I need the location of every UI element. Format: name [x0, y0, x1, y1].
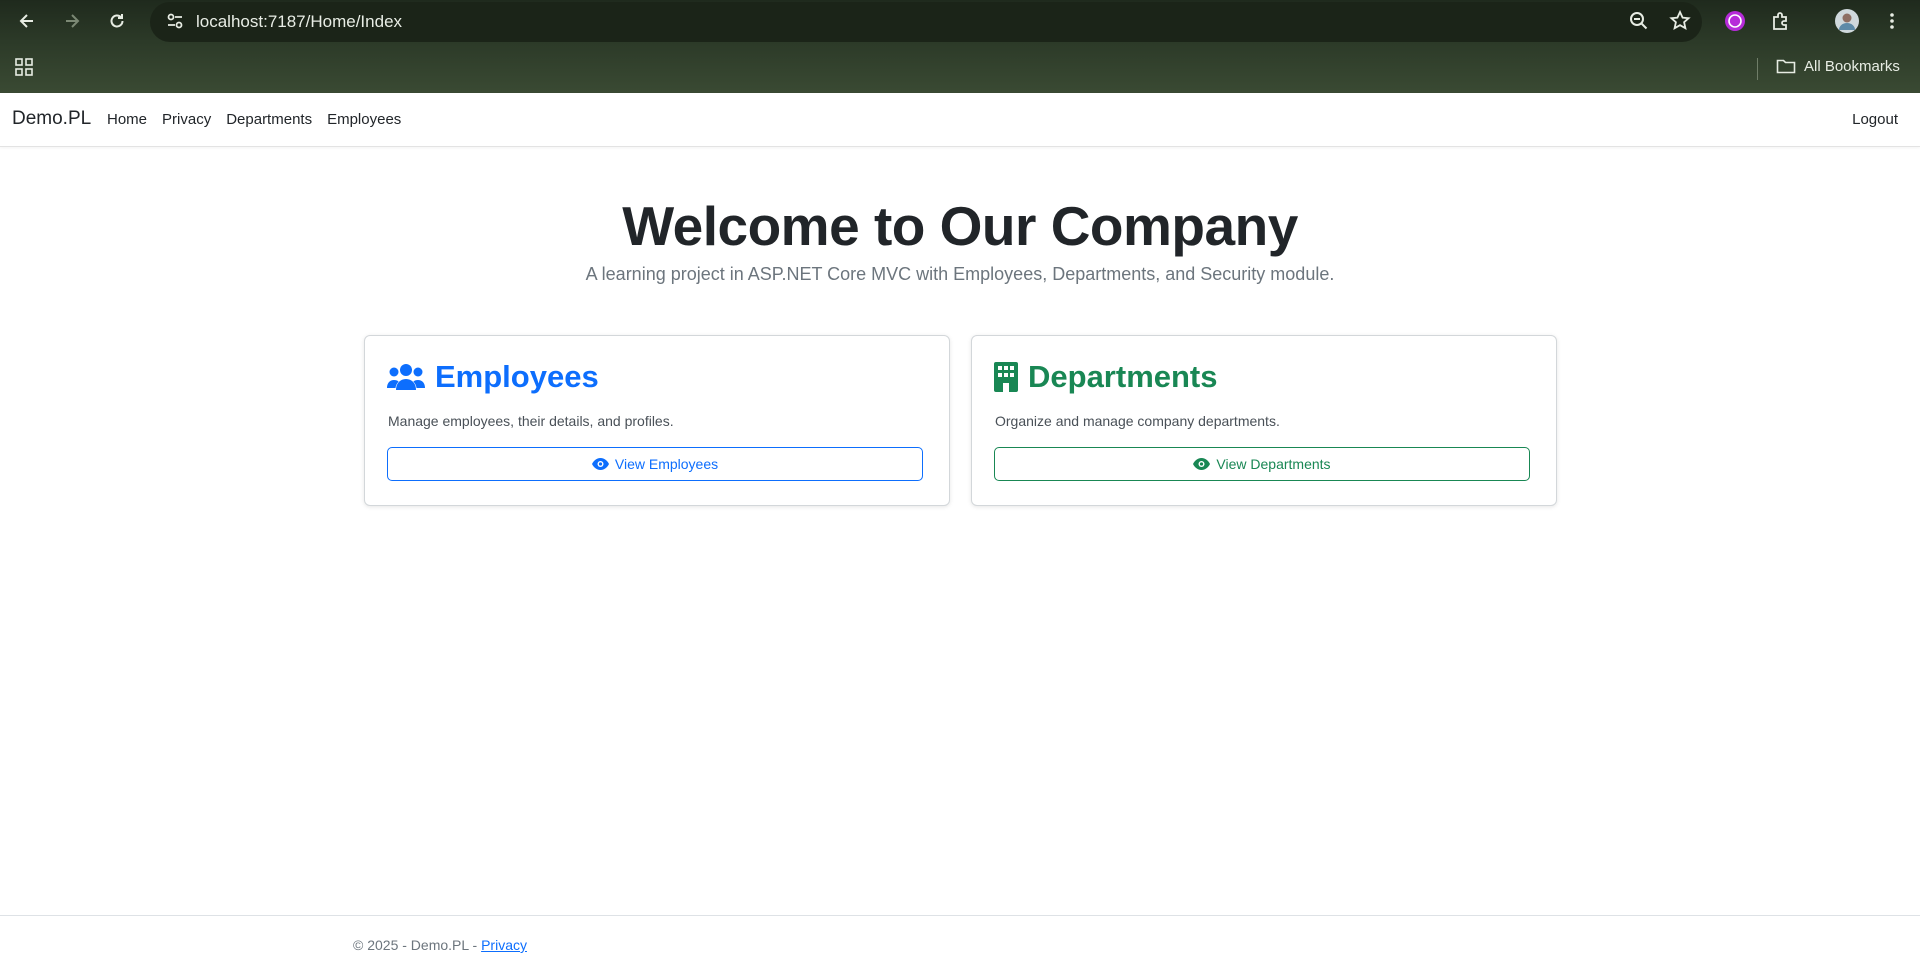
view-departments-button[interactable]: View Departments — [994, 447, 1530, 481]
folder-icon — [1776, 59, 1796, 74]
browser-menu-icon[interactable] — [1876, 5, 1908, 37]
view-employees-button[interactable]: View Employees — [387, 447, 923, 481]
view-employees-label: View Employees — [614, 456, 719, 472]
arrow-left-icon — [19, 14, 33, 28]
bookmarks-bar: All Bookmarks — [0, 48, 1920, 88]
reload-icon — [110, 14, 124, 28]
building-icon — [994, 362, 1018, 392]
app-navbar: Demo.PL Home Privacy Departments Employe… — [0, 93, 1920, 147]
view-departments-label: View Departments — [1216, 456, 1331, 472]
brand-link[interactable]: Demo.PL — [12, 108, 91, 130]
browser-chrome: localhost:7187/Home/Index All Bookmarks — [0, 0, 1920, 93]
bookmarks-separator — [1757, 58, 1758, 80]
nav-links: Home Privacy Departments Employees — [107, 111, 401, 128]
page-subtitle: A learning project in ASP.NET Core MVC w… — [585, 264, 1335, 284]
nav-employees-link[interactable]: Employees — [327, 111, 401, 128]
address-bar[interactable]: localhost:7187/Home/Index — [150, 2, 1702, 42]
back-button[interactable] — [11, 5, 43, 37]
departments-card-heading: Departments — [1028, 359, 1218, 394]
departments-card-title: Departments — [994, 359, 1218, 395]
footer-text: © 2025 - Demo.PL - Privacy — [353, 937, 527, 953]
extensions-puzzle-icon[interactable] — [1765, 5, 1797, 37]
bookmark-star-icon[interactable] — [1665, 6, 1695, 41]
eye-icon — [1193, 458, 1211, 470]
page-footer: © 2025 - Demo.PL - Privacy — [0, 915, 1920, 972]
page-title: Welcome to Our Company — [622, 195, 1298, 257]
footer-copyright: © 2025 - Demo.PL - — [353, 937, 482, 953]
eye-icon — [591, 458, 609, 470]
users-icon — [387, 364, 425, 390]
footer-privacy-link[interactable]: Privacy — [481, 937, 527, 953]
employees-card-title: Employees — [387, 359, 599, 395]
nav-home-link[interactable]: Home — [107, 111, 147, 128]
nav-departments-link[interactable]: Departments — [226, 111, 312, 128]
zoom-icon[interactable] — [1624, 6, 1654, 41]
profile-avatar[interactable] — [1831, 5, 1863, 37]
site-info-icon[interactable] — [162, 8, 188, 39]
url-text[interactable]: localhost:7187/Home/Index — [196, 12, 402, 32]
nav-privacy-link[interactable]: Privacy — [162, 111, 211, 128]
logout-link[interactable]: Logout — [1852, 111, 1898, 128]
departments-card: Departments Organize and manage company … — [971, 335, 1557, 506]
employees-card-heading: Employees — [435, 359, 599, 394]
apps-grid-icon[interactable] — [8, 51, 40, 83]
departments-card-description: Organize and manage company departments. — [995, 413, 1280, 429]
employees-card-description: Manage employees, their details, and pro… — [388, 413, 674, 429]
all-bookmarks-button[interactable]: All Bookmarks — [1776, 57, 1900, 75]
browser-toolbar: localhost:7187/Home/Index — [0, 0, 1920, 44]
reload-button[interactable] — [101, 5, 133, 37]
extension-purple-icon[interactable] — [1719, 5, 1751, 37]
employees-card: Employees Manage employees, their detail… — [364, 335, 950, 506]
forward-button[interactable] — [56, 5, 88, 37]
arrow-right-icon — [66, 14, 80, 28]
all-bookmarks-label: All Bookmarks — [1804, 57, 1900, 75]
